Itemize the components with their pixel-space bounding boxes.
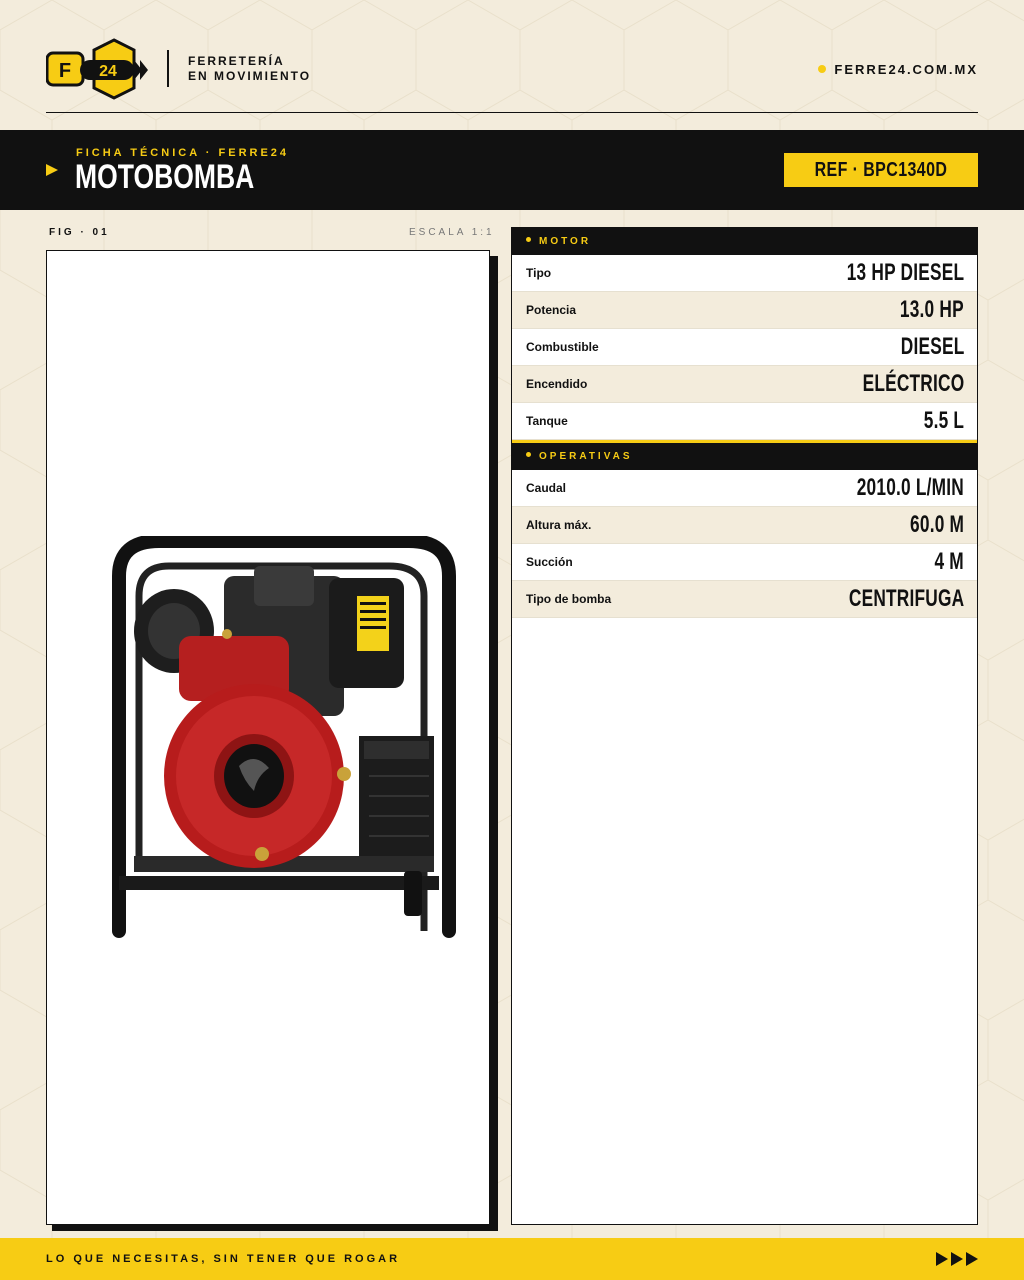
spec-key: Caudal xyxy=(526,481,567,495)
tagline-line2: EN MOVIMIENTO xyxy=(188,69,312,83)
logo-divider xyxy=(167,50,169,87)
specifications-panel: MOTOR Tipo 13 HP DIESEL Potencia 13.0 HP C… xyxy=(511,227,978,1225)
spec-row: Tanque 5.5 L xyxy=(512,403,977,440)
spec-value: 2010.0 L/MIN xyxy=(856,474,964,501)
spec-value: 5.5 L xyxy=(923,407,964,434)
spec-row: Potencia 13.0 HP xyxy=(512,292,977,329)
spec-row: Tipo de bomba CENTRIFUGA xyxy=(512,581,977,618)
section-header-operativas: OPERATIVAS xyxy=(512,443,977,470)
bullet-icon xyxy=(526,237,531,242)
motor-spec-list: Tipo 13 HP DIESEL Potencia 13.0 HP Combust… xyxy=(512,255,977,440)
bullet-icon xyxy=(526,452,531,457)
svg-text:24: 24 xyxy=(99,63,117,80)
website-text: FERRE24.COM.MX xyxy=(834,62,978,77)
spec-key: Altura máx. xyxy=(526,518,592,532)
arrow-icon xyxy=(951,1252,963,1266)
spec-value: 13 HP DIESEL xyxy=(846,259,964,286)
spec-row: Combustible DIESEL xyxy=(512,329,977,366)
brand-tagline: FERRETERÍA EN MOVIMIENTO xyxy=(188,54,311,84)
spec-key: Tipo de bomba xyxy=(526,592,612,606)
website-link[interactable]: FERRE24.COM.MX xyxy=(818,62,978,77)
spec-value: DIESEL xyxy=(900,333,964,360)
figure-scale: ESCALA 1:1 xyxy=(409,227,495,238)
f24-logo: F 24 xyxy=(46,38,148,100)
spec-key: Potencia xyxy=(526,303,577,317)
reference-badge: REF · BPC1340D xyxy=(784,153,978,187)
arrow-icon xyxy=(966,1252,978,1266)
spec-row: Caudal 2010.0 L/MIN xyxy=(512,470,977,507)
spec-row: Tipo 13 HP DIESEL xyxy=(512,255,977,292)
water-pump-illustration xyxy=(112,536,456,938)
svg-text:F: F xyxy=(59,60,71,82)
spec-key: Succión xyxy=(526,555,573,569)
tagline-line1: FERRETERÍA xyxy=(188,54,285,68)
footer-slogan: LO QUE NECESITAS, SIN TENER QUE ROGAR xyxy=(46,1253,401,1265)
spec-value: 13.0 HP xyxy=(900,296,964,323)
spec-key: Tipo xyxy=(526,266,552,280)
spec-key: Combustible xyxy=(526,340,599,354)
page-footer: LO QUE NECESITAS, SIN TENER QUE ROGAR xyxy=(0,1238,1024,1280)
operativas-spec-list: Caudal 2010.0 L/MIN Altura máx. 60.0 M Suc… xyxy=(512,470,977,618)
play-arrow-icon xyxy=(46,164,58,176)
dot-icon xyxy=(818,65,827,73)
spec-row: Altura máx. 60.0 M xyxy=(512,507,977,544)
spec-key: Encendido xyxy=(526,377,588,391)
section-header-motor: MOTOR xyxy=(512,228,977,255)
spec-value: 4 M xyxy=(934,548,964,575)
triple-arrow-icon xyxy=(936,1252,978,1266)
title-band: FICHA TÉCNICA · FERRE24 MOTOBOMBA REF · … xyxy=(0,130,1024,210)
section-title: OPERATIVAS xyxy=(539,451,633,462)
page-header: F 24 FERRETERÍA EN MOVIMIENTO FERRE24.CO… xyxy=(46,38,978,113)
spec-row: Encendido ELÉCTRICO xyxy=(512,366,977,403)
product-figure-frame xyxy=(46,250,490,1225)
spec-value: CENTRIFUGA xyxy=(848,585,964,612)
spec-row: Succión 4 M xyxy=(512,544,977,581)
spec-value: ELÉCTRICO xyxy=(862,370,964,397)
spec-key: Tanque xyxy=(526,414,568,428)
section-title: MOTOR xyxy=(539,236,592,247)
spec-value: 60.0 M xyxy=(909,511,964,538)
figure-label: FIG · 01 xyxy=(49,227,110,238)
arrow-icon xyxy=(936,1252,948,1266)
product-title: MOTOBOMBA xyxy=(75,158,255,196)
reference-text: REF · BPC1340D xyxy=(814,159,948,181)
